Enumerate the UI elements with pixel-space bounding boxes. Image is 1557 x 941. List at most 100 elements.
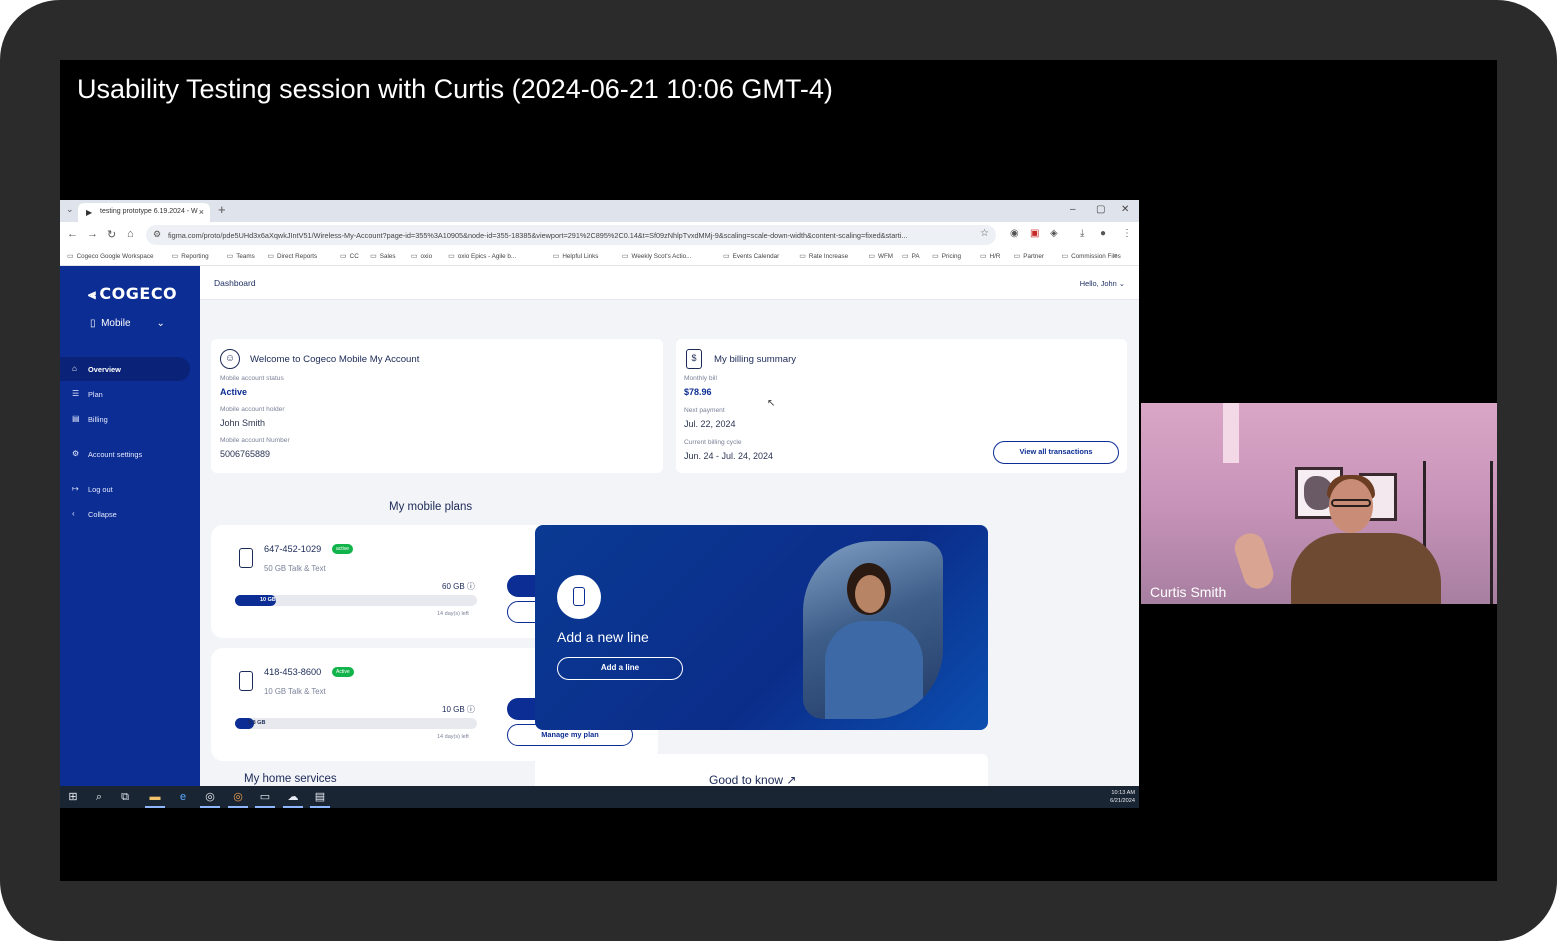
good-to-know-card: Good to know ↗ <box>535 754 988 786</box>
folder-icon: ▭ <box>932 253 939 260</box>
plan-description: 10 GB Talk & Text <box>264 687 326 696</box>
good-to-know-text: Good to know <box>709 773 784 786</box>
sidebar-item-billing[interactable]: ▤ Billing <box>60 407 190 431</box>
folder-icon: ▭ <box>980 253 987 260</box>
view-all-transactions-button[interactable]: View all transactions <box>993 441 1119 464</box>
bookmark-item[interactable]: ▭ CC <box>340 252 359 260</box>
bill-dollar-icon: $ <box>686 349 702 369</box>
data-total-text: 10 GB <box>442 705 465 714</box>
add-line-button[interactable]: Add a line <box>557 657 683 680</box>
home-services-title: My home services <box>244 773 337 785</box>
chevron-down-icon: ⌄ <box>1118 279 1125 288</box>
plan-phone-number: 647-452-1029 <box>264 544 322 554</box>
bookmark-label: Helpful Links <box>562 253 599 260</box>
new-tab-icon[interactable]: + <box>218 202 226 217</box>
good-to-know-link[interactable]: Good to know ↗ <box>709 773 796 786</box>
bookmark-item[interactable]: ▭ Pricing <box>932 252 961 260</box>
cogeco-logo: ⫷ cogeco <box>88 284 178 303</box>
sidebar-item-label: Billing <box>88 415 108 424</box>
figma-favicon-icon: ▶ <box>86 208 93 217</box>
info-icon: ⓘ <box>466 582 475 591</box>
bookmark-item[interactable]: ▭ oxio <box>411 252 432 260</box>
site-info-icon[interactable]: ⚙ <box>153 229 161 240</box>
sidebar-item-label: Log out <box>88 485 113 494</box>
bookmark-item[interactable]: ▭ Rate Increase <box>799 252 848 260</box>
service-selector[interactable]: ▯ Mobile ⌄ <box>90 318 165 329</box>
forward-icon[interactable]: → <box>87 228 98 240</box>
bookmark-label: PA <box>911 253 920 260</box>
app-icon[interactable]: ▭ <box>255 790 275 808</box>
sidebar-item-collapse[interactable]: ‹ Collapse <box>60 502 190 526</box>
download-icon[interactable]: ⤓ <box>1080 228 1084 239</box>
taskbar-clock[interactable]: 10:13 AM 6/21/2024 <box>1110 789 1135 805</box>
home-icon[interactable]: ⌂ <box>127 228 134 240</box>
more-bookmarks-icon[interactable]: » <box>1114 252 1118 259</box>
bookmark-star-icon[interactable]: ☆ <box>980 228 989 239</box>
bookmark-item[interactable]: ▭ Cogeco Google Workspace <box>67 252 154 260</box>
bookmark-item[interactable]: ▭ Teams <box>227 252 255 260</box>
search-icon[interactable]: ⌕ <box>92 790 106 804</box>
bookmark-item[interactable]: ▭ Sales <box>370 252 395 260</box>
next-payment-label: Next payment <box>684 407 725 414</box>
bookmark-item[interactable]: ▭ H/R <box>980 252 1000 260</box>
sidebar-item-log-out[interactable]: ↦ Log out <box>60 477 190 501</box>
windows-start-icon[interactable]: ⊞ <box>66 790 80 804</box>
bookmarks-bar: ▭ Cogeco Google Workspace ▭ Reporting ▭ Teams… <box>60 248 1139 266</box>
bookmark-label: Direct Reports <box>276 253 318 260</box>
bookmark-item[interactable]: ▭ PA <box>902 252 920 260</box>
sidebar-item-plan[interactable]: ☰ Plan <box>60 382 190 406</box>
folder-icon: ▭ <box>67 253 74 260</box>
task-view-icon[interactable]: ⧉ <box>118 790 132 804</box>
chrome-icon[interactable]: ◎ <box>200 790 220 808</box>
bookmark-item[interactable]: ▭ Direct Reports <box>267 252 317 260</box>
promo-photo-woman-with-phone <box>803 541 943 719</box>
sidebar-item-label: Overview <box>88 365 121 374</box>
breadcrumb[interactable]: Dashboard <box>214 278 256 288</box>
participant-video: Curtis Smith <box>1141 403 1497 604</box>
bookmark-label: H/R <box>989 253 1001 260</box>
external-link-icon: ↗ <box>786 773 797 786</box>
profile-avatar-icon[interactable]: ● <box>1100 228 1106 239</box>
tab-close-icon[interactable]: × <box>199 207 204 217</box>
billing-summary-card: $ My billing summary Monthly bill $78.96… <box>676 339 1127 473</box>
bookmark-item[interactable]: ▭ WFM <box>868 252 893 260</box>
back-icon[interactable]: ← <box>67 228 78 240</box>
sidebar-item-label: Plan <box>88 390 103 399</box>
url-input[interactable]: ⚙ figma.com/proto/pde5UHd3x6aXqwkJIntV51… <box>146 225 996 245</box>
bookmark-item[interactable]: ▭ Helpful Links <box>553 252 599 260</box>
bookmark-item[interactable]: ▭ Events Calendar <box>723 252 779 260</box>
meeting-frame: Usability Testing session with Curtis (2… <box>0 0 1557 941</box>
holder-label: Mobile account holder <box>220 406 285 413</box>
edge-icon[interactable]: e <box>176 790 190 804</box>
status-badge: Active <box>332 667 354 677</box>
file-explorer-icon[interactable]: ▬ <box>145 790 165 808</box>
minimize-icon[interactable]: – <box>1070 204 1076 215</box>
browser-tab[interactable]: ▶ testing prototype 6.19.2024 - W × <box>78 203 210 222</box>
status-badge: active <box>332 544 354 554</box>
extension-icon[interactable]: ◉ <box>1010 228 1019 239</box>
bookmark-item[interactable]: ▭ Reporting <box>172 252 209 260</box>
sidebar-item-overview[interactable]: ⌂ Overview <box>60 357 190 381</box>
chrome-profile-icon[interactable]: ◎ <box>228 790 248 808</box>
browser-menu-icon[interactable]: ⋮ <box>1122 228 1132 239</box>
extension-icon[interactable]: ◈ <box>1050 228 1058 239</box>
user-account-icon: ☺ <box>220 349 240 369</box>
phone-icon: ▯ <box>90 318 96 329</box>
bookmark-item[interactable]: ▭ Partner <box>1014 252 1044 260</box>
app-icon[interactable]: ▤ <box>310 790 330 808</box>
window-close-icon[interactable]: ✕ <box>1121 204 1129 215</box>
home-icon: ⌂ <box>72 364 77 373</box>
data-usage-bar: 10 GB <box>235 595 477 606</box>
reload-icon[interactable]: ↻ <box>107 228 116 241</box>
bookmark-item[interactable]: ▭ Weekly Scot's Actio... <box>622 252 692 260</box>
bookmark-item[interactable]: ▭ oxio Epics - Agile b... <box>448 252 516 260</box>
restore-icon[interactable]: ▢ <box>1096 204 1105 215</box>
participant-name: Curtis Smith <box>1150 584 1227 600</box>
bookmark-item[interactable]: ▭ Commission Files <box>1062 252 1121 260</box>
phone-plan-icon <box>239 671 253 691</box>
user-greeting-menu[interactable]: Hello, John ⌄ <box>1080 279 1125 288</box>
app-icon[interactable]: ☁ <box>283 790 303 808</box>
sidebar-item-account-settings[interactable]: ⚙ Account settings <box>60 442 190 466</box>
tab-search-icon[interactable]: ⌄ <box>66 204 74 215</box>
pdf-extension-icon[interactable]: ▣ <box>1030 228 1039 239</box>
